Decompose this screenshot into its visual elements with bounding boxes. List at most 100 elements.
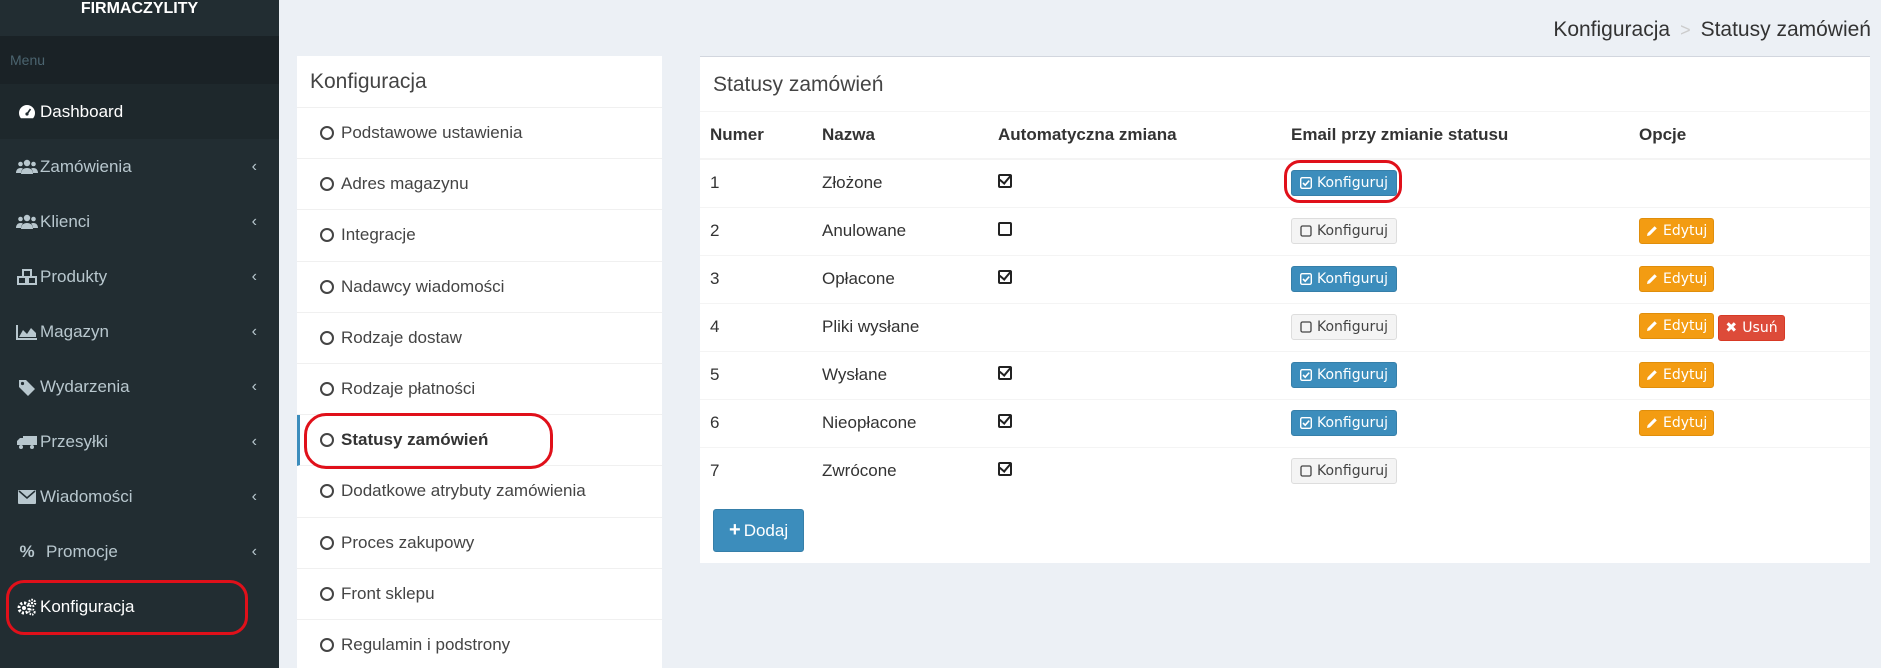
- configure-email-button[interactable]: Konfiguruj: [1291, 458, 1398, 485]
- status-name: Wysłane: [812, 350, 988, 399]
- sidebar-item-promocje[interactable]: % Promocje ‹: [0, 524, 279, 579]
- chevron-left-icon: ‹: [251, 157, 257, 175]
- configure-email-button[interactable]: Konfiguruj: [1291, 362, 1398, 388]
- config-menu-item-atrybuty[interactable]: Dodatkowe atrybuty zamówienia: [297, 466, 662, 518]
- plus-icon: +: [729, 519, 741, 541]
- config-menu-label: Adres magazynu: [341, 174, 469, 194]
- button-label: Konfiguruj: [1317, 415, 1389, 431]
- checked-square-icon: [998, 270, 1012, 284]
- config-menu-label: Dodatkowe atrybuty zamówienia: [341, 481, 586, 501]
- check-square-icon: [1300, 417, 1312, 429]
- sidebar-item-wiadomosci[interactable]: Wiadomości ‹: [0, 469, 279, 524]
- add-status-button[interactable]: + Dodaj: [713, 509, 805, 552]
- button-label: Konfiguruj: [1317, 319, 1389, 335]
- close-icon: ✖: [1725, 320, 1738, 336]
- sidebar-item-przesylki[interactable]: Przesyłki ‹: [0, 414, 279, 469]
- configure-email-button[interactable]: Konfiguruj: [1291, 218, 1398, 244]
- statuses-panel: Statusy zamówień Numer Nazwa Automatyczn…: [700, 56, 1870, 563]
- status-name: Opłacone: [812, 254, 988, 303]
- chevron-left-icon: ‹: [251, 377, 257, 395]
- col-header-name[interactable]: Nazwa: [812, 112, 988, 160]
- button-label: Konfiguruj: [1317, 223, 1389, 239]
- check-square-icon: [1300, 369, 1312, 381]
- status-name: Zwrócone: [812, 446, 988, 495]
- dashboard-icon: [16, 104, 38, 120]
- col-header-number[interactable]: Numer: [700, 112, 812, 160]
- sidebar-item-zamowienia[interactable]: Zamówienia ‹: [0, 139, 279, 194]
- table-row: 1 Złożone Konfiguruj: [700, 158, 1870, 207]
- sidebar-item-label: Wydarzenia: [40, 376, 130, 396]
- status-name: Pliki wysłane: [812, 302, 988, 351]
- config-menu-item-front[interactable]: Front sklepu: [297, 569, 662, 620]
- button-label: Dodaj: [743, 520, 789, 540]
- button-label: Edytuj: [1663, 271, 1708, 287]
- pencil-icon: [1646, 273, 1658, 285]
- sidebar-item-magazyn[interactable]: Magazyn ‹: [0, 304, 279, 359]
- chevron-left-icon: ‹: [251, 542, 257, 560]
- sidebar-item-label: Zamówienia: [40, 156, 132, 176]
- config-menu-item-integracje[interactable]: Integracje: [297, 210, 662, 262]
- delete-status-button[interactable]: ✖ Usuń: [1718, 315, 1785, 341]
- pencil-icon: [1646, 417, 1658, 429]
- sidebar-item-wydarzenia[interactable]: Wydarzenia ‹: [0, 359, 279, 414]
- brand-logo[interactable]: FIRMACZYLITY: [0, 0, 279, 36]
- square-icon: [1300, 321, 1312, 333]
- button-label: Konfiguruj: [1317, 367, 1389, 383]
- pencil-icon: [1646, 225, 1658, 237]
- table-row: 2 Anulowane Konfiguruj Edytuj: [700, 206, 1870, 255]
- config-menu-label: Statusy zamówień: [341, 430, 489, 450]
- sidebar-item-label: Konfiguracja: [40, 596, 135, 616]
- sidebar-item-klienci[interactable]: Klienci ‹: [0, 194, 279, 249]
- config-menu-item-regulamin[interactable]: Regulamin i podstrony: [297, 620, 662, 668]
- config-menu-label: Front sklepu: [341, 583, 435, 603]
- status-number: 2: [700, 206, 812, 255]
- button-label: Usuń: [1742, 320, 1778, 336]
- configure-email-button[interactable]: Konfiguruj: [1291, 314, 1398, 340]
- check-square-icon: [1300, 273, 1312, 285]
- cogs-icon: [16, 598, 38, 616]
- config-menu-item-proces[interactable]: Proces zakupowy: [297, 518, 662, 569]
- col-header-email[interactable]: Email przy zmianie statusu: [1281, 112, 1629, 160]
- breadcrumb: Konfiguracja > Statusy zamówień: [1553, 18, 1871, 42]
- button-label: Edytuj: [1663, 223, 1708, 239]
- area-chart-icon: [16, 324, 38, 340]
- configure-email-button[interactable]: Konfiguruj: [1291, 410, 1398, 436]
- sidebar-item-label: Promocje: [46, 541, 118, 561]
- unchecked-square-icon: [998, 222, 1012, 236]
- config-menu-item-adres[interactable]: Adres magazynu: [297, 159, 662, 211]
- status-number: 4: [700, 302, 812, 351]
- status-number: 5: [700, 350, 812, 399]
- users-icon: [16, 214, 38, 230]
- table-header-row: Numer Nazwa Automatyczna zmiana Email pr…: [700, 112, 1870, 160]
- config-menu-item-dostawy[interactable]: Rodzaje dostaw: [297, 313, 662, 364]
- sidebar-item-produkty[interactable]: Produkty ‹: [0, 249, 279, 304]
- config-menu-item-nadawcy[interactable]: Nadawcy wiadomości: [297, 262, 662, 313]
- breadcrumb-separator: >: [1680, 19, 1691, 40]
- circle-icon: [320, 330, 334, 345]
- button-label: Edytuj: [1663, 367, 1708, 383]
- pencil-icon: [1646, 320, 1658, 332]
- status-name: Anulowane: [812, 206, 988, 255]
- edit-status-button[interactable]: Edytuj: [1639, 362, 1715, 388]
- edit-status-button[interactable]: Edytuj: [1639, 266, 1715, 292]
- edit-status-button[interactable]: Edytuj: [1639, 410, 1715, 436]
- sidebar-item-label: Przesyłki: [40, 431, 109, 451]
- sidebar-item-konfiguracja[interactable]: Konfiguracja: [0, 579, 279, 634]
- config-menu-item-podstawowe[interactable]: Podstawowe ustawienia: [297, 108, 662, 160]
- configure-email-button[interactable]: Konfiguruj: [1291, 170, 1398, 197]
- chevron-left-icon: ‹: [251, 267, 257, 285]
- config-menu-item-statusy[interactable]: Statusy zamówień: [297, 415, 662, 467]
- circle-icon: [320, 637, 334, 652]
- circle-icon: [320, 586, 334, 601]
- edit-status-button[interactable]: Edytuj: [1639, 313, 1715, 339]
- truck-icon: [16, 434, 38, 450]
- statuses-table: Numer Nazwa Automatyczna zmiana Email pr…: [700, 112, 1870, 495]
- breadcrumb-parent[interactable]: Konfiguracja: [1553, 18, 1670, 42]
- checked-square-icon: [998, 414, 1012, 428]
- configure-email-button[interactable]: Konfiguruj: [1291, 266, 1398, 292]
- tag-icon: [16, 378, 38, 396]
- sidebar-item-dashboard[interactable]: Dashboard: [0, 84, 279, 139]
- edit-status-button[interactable]: Edytuj: [1639, 218, 1715, 244]
- config-menu-item-platnosci[interactable]: Rodzaje płatności: [297, 364, 662, 416]
- col-header-auto[interactable]: Automatyczna zmiana: [988, 112, 1281, 160]
